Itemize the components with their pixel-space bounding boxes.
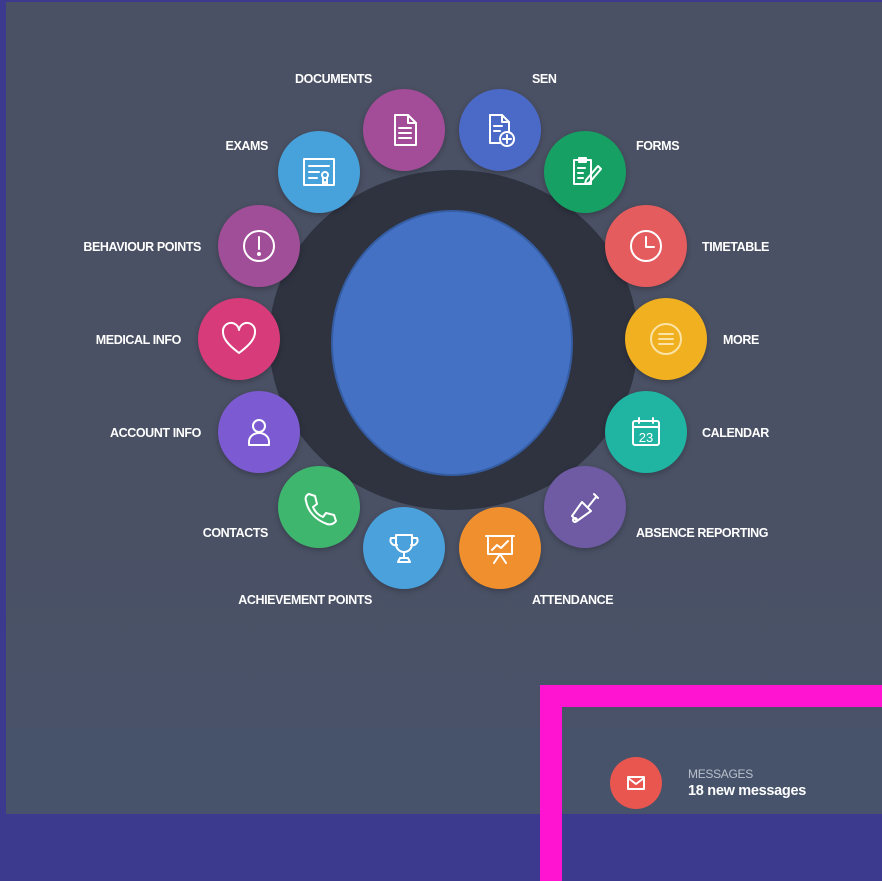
bell-icon <box>571 493 599 523</box>
heart-icon <box>221 321 257 354</box>
form-edit-icon <box>573 157 602 185</box>
account-info-button[interactable] <box>218 391 300 473</box>
contacts-button[interactable] <box>278 466 360 548</box>
forms-label: FORMS <box>636 139 680 153</box>
presentation-chart-icon <box>485 535 515 564</box>
contacts-label: CONTACTS <box>202 526 269 540</box>
more-button[interactable] <box>625 298 707 380</box>
messages-button[interactable] <box>610 757 662 809</box>
calendar-label: CALENDAR <box>702 426 769 440</box>
messages-count[interactable]: 18 new messages <box>688 783 806 799</box>
messages-title: MESSAGES <box>688 767 753 781</box>
achievement-points-button[interactable] <box>363 507 445 589</box>
behaviour-points-button[interactable] <box>218 205 300 287</box>
certificate-icon <box>303 158 335 186</box>
medical-info-label: MEDICAL INFO <box>95 333 182 347</box>
forms-button[interactable] <box>544 131 626 213</box>
document-plus-icon <box>489 114 515 147</box>
exams-label: EXAMS <box>225 139 269 153</box>
exclamation-icon <box>243 230 275 262</box>
attendance-button[interactable] <box>459 507 541 589</box>
documents-label: DOCUMENTS <box>295 72 372 86</box>
absence-reporting-label: ABSENCE REPORTING <box>636 526 769 540</box>
list-icon <box>650 323 682 355</box>
envelope-icon <box>627 776 645 790</box>
sen-button[interactable] <box>459 89 541 171</box>
documents-button[interactable] <box>363 89 445 171</box>
phone-icon <box>304 493 337 526</box>
calendar-icon: 23 <box>632 417 660 446</box>
attendance-label: ATTENDANCE <box>532 593 614 607</box>
more-label: MORE <box>723 333 759 347</box>
timetable-label: TIMETABLE <box>702 240 769 254</box>
sen-label: SEN <box>532 72 557 86</box>
medical-info-button[interactable] <box>198 298 280 380</box>
achievement-points-label: ACHIEVEMENT POINTS <box>238 593 372 607</box>
calendar-day: 23 <box>639 430 653 445</box>
calendar-button[interactable]: 23 <box>605 391 687 473</box>
center-disc <box>331 210 573 476</box>
document-icon <box>394 114 417 146</box>
user-icon <box>248 419 270 446</box>
timetable-button[interactable] <box>605 205 687 287</box>
exams-button[interactable] <box>278 131 360 213</box>
behaviour-points-label: BEHAVIOUR POINTS <box>83 240 201 254</box>
clock-icon <box>630 230 662 262</box>
trophy-icon <box>389 534 419 563</box>
absence-reporting-button[interactable] <box>544 466 626 548</box>
account-info-label: ACCOUNT INFO <box>109 426 201 440</box>
